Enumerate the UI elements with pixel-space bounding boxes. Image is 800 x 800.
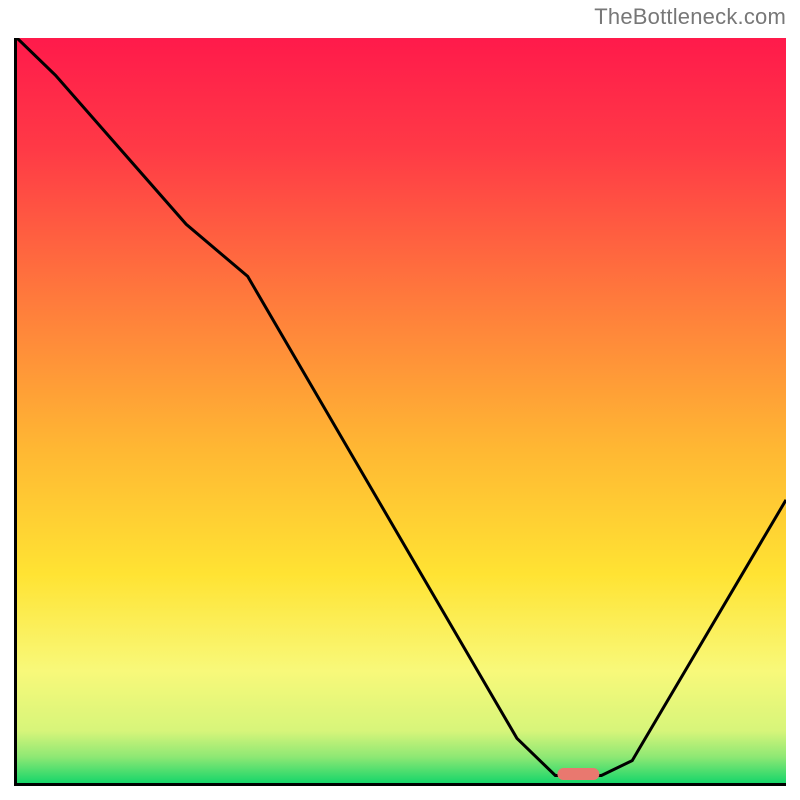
axes-frame [14, 38, 786, 786]
watermark-text: TheBottleneck.com [594, 6, 786, 28]
